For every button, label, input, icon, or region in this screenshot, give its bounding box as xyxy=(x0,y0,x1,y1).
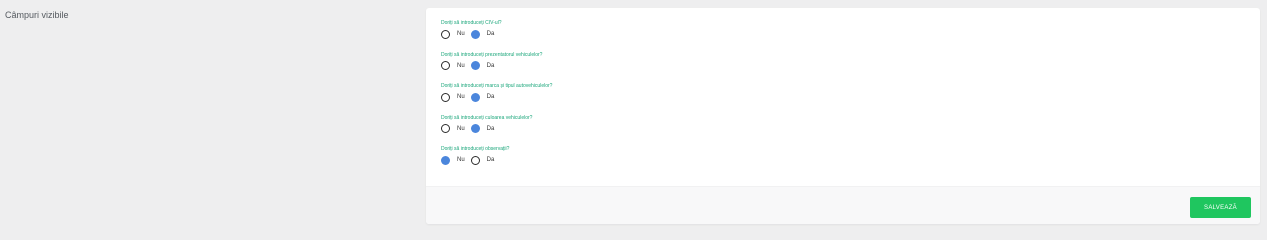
radio-label: Nu xyxy=(457,62,465,69)
radio-label: Nu xyxy=(457,94,465,100)
radio-group: Nu Da xyxy=(441,92,1141,102)
radio-label: Da xyxy=(486,125,495,132)
radio-button[interactable] xyxy=(470,155,480,165)
radio-option-nu[interactable]: Nu xyxy=(441,155,465,165)
page: Câmpuri vizibile Doriți să introduceți C… xyxy=(0,0,1267,233)
radio-label: Nu xyxy=(457,157,465,163)
question-civ: Doriți să introduceți CIV-ul? Nu Da xyxy=(441,20,1141,52)
radio-option-nu[interactable]: Nu xyxy=(441,29,465,39)
radio-group: Nu Da xyxy=(441,124,1141,134)
section-title: Câmpuri vizibile xyxy=(5,10,69,20)
radio-label: Da xyxy=(486,62,495,69)
visible-fields-form: Doriți să introduceți CIV-ul? Nu Da Dori… xyxy=(441,20,1141,178)
question-label: Doriți să introduceți marca și tipul aut… xyxy=(441,83,553,89)
settings-card: Doriți să introduceți CIV-ul? Nu Da Dori… xyxy=(426,8,1260,224)
question-presenter: Doriți să introduceți prezentatorul vehi… xyxy=(441,52,1141,84)
radio-button[interactable] xyxy=(441,124,450,133)
question-make-type: Doriți să introduceți marca și tipul aut… xyxy=(441,83,1141,115)
radio-button[interactable] xyxy=(441,29,450,39)
radio-button[interactable] xyxy=(441,155,450,165)
question-label: Doriți să introduceți culoarea vehiculel… xyxy=(441,114,533,121)
card-footer: SALVEAZĂ xyxy=(426,186,1260,224)
question-observations: Doriți să introduceți observații? Nu Da xyxy=(441,146,1141,178)
radio-option-da[interactable]: Da xyxy=(470,61,495,70)
radio-group: Nu Da xyxy=(441,29,1141,39)
question-color: Doriți să introduceți culoarea vehiculel… xyxy=(441,115,1141,147)
radio-button[interactable] xyxy=(470,124,480,133)
radio-button[interactable] xyxy=(441,92,450,102)
radio-option-da[interactable]: Da xyxy=(470,124,495,133)
radio-group: Nu Da xyxy=(441,61,1141,71)
radio-label: Da xyxy=(486,94,495,100)
radio-group: Nu Da xyxy=(441,155,1141,165)
question-label: Doriți să introduceți CIV-ul? xyxy=(441,20,502,26)
radio-option-da[interactable]: Da xyxy=(470,29,495,39)
radio-option-nu[interactable]: Nu xyxy=(441,92,465,102)
radio-label: Nu xyxy=(457,125,465,132)
radio-label: Nu xyxy=(457,31,465,37)
radio-button[interactable] xyxy=(470,61,480,70)
save-button[interactable]: SALVEAZĂ xyxy=(1190,197,1251,218)
radio-option-nu[interactable]: Nu xyxy=(441,124,465,133)
radio-label: Da xyxy=(486,157,495,163)
radio-label: Da xyxy=(486,31,495,37)
radio-button[interactable] xyxy=(470,29,480,39)
question-label: Doriți să introduceți prezentatorul vehi… xyxy=(441,51,543,58)
radio-option-da[interactable]: Da xyxy=(470,92,495,102)
radio-button[interactable] xyxy=(441,61,450,70)
radio-option-nu[interactable]: Nu xyxy=(441,61,465,70)
radio-button[interactable] xyxy=(470,92,480,102)
question-label: Doriți să introduceți observații? xyxy=(441,146,510,152)
radio-option-da[interactable]: Da xyxy=(470,155,495,165)
